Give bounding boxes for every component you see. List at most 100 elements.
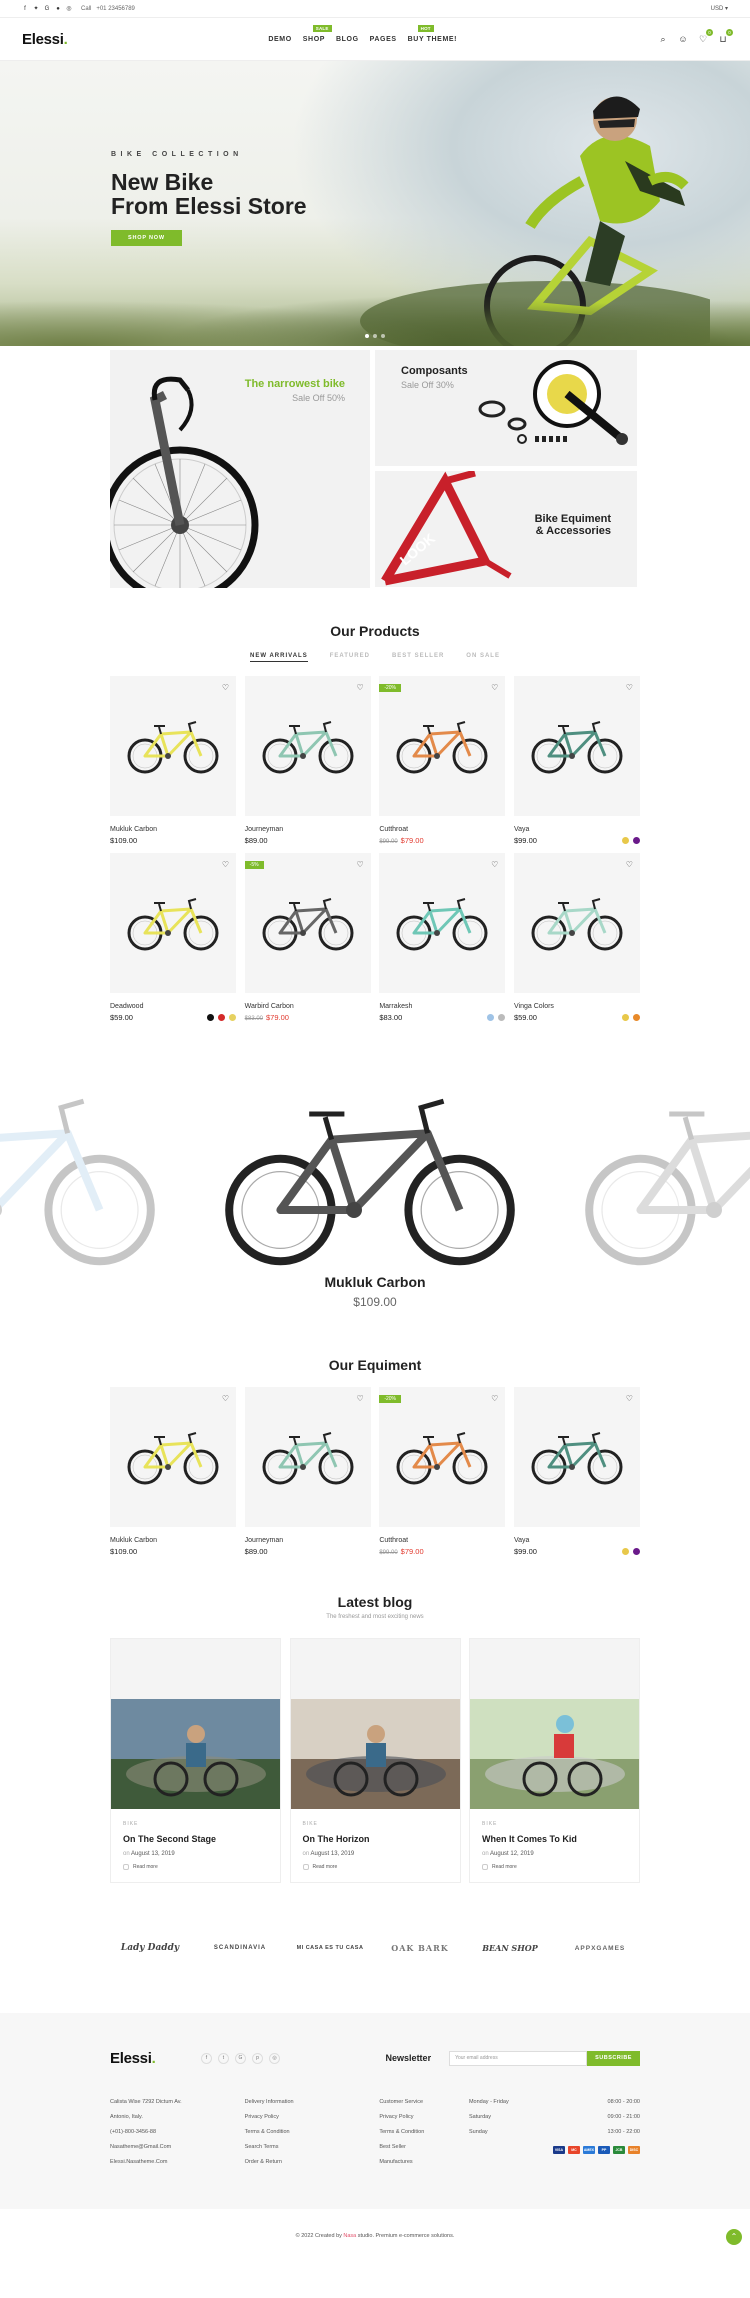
blog-card[interactable]: BIKE When It Comes To Kid on August 12, 20… bbox=[469, 1638, 640, 1883]
nav-item-shop[interactable]: SHOP SALE bbox=[303, 24, 332, 43]
read-more-link[interactable]: Read more bbox=[123, 1864, 268, 1870]
banner-composants[interactable]: Composants Sale Off 30% bbox=[375, 350, 637, 466]
color-swatch[interactable] bbox=[498, 1014, 506, 1021]
read-more-link[interactable]: Read more bbox=[482, 1864, 627, 1870]
product-card[interactable]: ♡ Marrakesh $83.00 bbox=[379, 853, 506, 1022]
shop-now-button[interactable]: SHOP NOW bbox=[111, 230, 182, 246]
product-name[interactable]: Vaya bbox=[514, 1537, 640, 1544]
pinterest-icon[interactable]: p bbox=[252, 2052, 263, 2064]
heart-icon[interactable]: ♡ bbox=[356, 683, 363, 692]
product-name[interactable]: Cutthroat bbox=[379, 826, 505, 833]
heart-icon[interactable]: ♡ bbox=[626, 1394, 633, 1403]
footer-link[interactable]: Privacy Policy bbox=[379, 2110, 468, 2125]
product-name[interactable]: Marrakesh bbox=[379, 1003, 505, 1010]
product-name[interactable]: Journeyman bbox=[245, 826, 371, 833]
wishlist-icon[interactable]: ♡ 0 bbox=[698, 29, 713, 44]
heart-icon[interactable]: ♡ bbox=[491, 683, 498, 692]
product-card[interactable]: ♡ Journeyman $89.00 bbox=[244, 1387, 371, 1556]
newsletter-email-input[interactable]: Your email address bbox=[449, 2050, 588, 2066]
tab-on-sale[interactable]: ON SALE bbox=[466, 653, 500, 662]
brand-logo[interactable]: Lady Daddy bbox=[110, 1943, 190, 1953]
footer-link[interactable]: Terms & Condition bbox=[245, 2125, 379, 2140]
blog-card[interactable]: BIKE On The Horizon on August 13, 2019 Read… bbox=[289, 1638, 461, 1883]
product-image[interactable]: ♡ bbox=[244, 676, 371, 816]
instagram-icon[interactable]: ◎ bbox=[66, 6, 72, 12]
product-card[interactable]: ♡ Mukluk Carbon $109.00 bbox=[110, 676, 236, 845]
blog-post-title[interactable]: On The Second Stage bbox=[123, 1834, 268, 1844]
product-image[interactable]: ♡ bbox=[513, 676, 640, 816]
blog-image[interactable] bbox=[290, 1639, 460, 1809]
color-swatch[interactable] bbox=[207, 1014, 214, 1021]
product-card[interactable]: ♡ -20% Cutthroat $99.00 $79.00 bbox=[379, 676, 506, 845]
color-swatch[interactable] bbox=[632, 837, 640, 844]
blog-category[interactable]: BIKE bbox=[482, 1821, 627, 1827]
product-card[interactable]: ♡ Vaya $99.00 bbox=[513, 676, 640, 845]
color-swatch[interactable] bbox=[632, 1014, 640, 1021]
product-image[interactable]: ♡ bbox=[379, 853, 506, 993]
product-card[interactable]: ♡ Vinga Colors $59.00 bbox=[513, 853, 640, 1022]
product-name[interactable]: Warbird Carbon bbox=[245, 1003, 371, 1010]
account-icon[interactable]: ☺ bbox=[678, 34, 688, 44]
heart-icon[interactable]: ♡ bbox=[356, 1394, 363, 1403]
footer-link[interactable]: Manufactures bbox=[379, 2155, 468, 2170]
instagram-icon[interactable]: ◎ bbox=[269, 2052, 280, 2064]
banner-narrowest-bike[interactable]: The narrowest bike Sale Off 50% bbox=[110, 350, 370, 588]
tab-best-seller[interactable]: BEST SELLER bbox=[392, 653, 444, 662]
footer-link[interactable]: Privacy Policy bbox=[245, 2110, 379, 2125]
product-card[interactable]: ♡ -20% Cutthroat $99.00 $79.00 bbox=[379, 1387, 506, 1556]
brand-logo[interactable]: SCANDINAVIA bbox=[200, 1945, 280, 1951]
nav-item-blog[interactable]: BLOG bbox=[336, 36, 359, 43]
heart-icon[interactable]: ♡ bbox=[626, 683, 633, 692]
product-name[interactable]: Cutthroat bbox=[379, 1537, 505, 1544]
product-name[interactable]: Journeyman bbox=[245, 1537, 371, 1544]
read-more-link[interactable]: Read more bbox=[302, 1864, 448, 1870]
product-image[interactable]: ♡ bbox=[110, 853, 236, 993]
blog-image[interactable] bbox=[470, 1639, 639, 1809]
twitter-icon[interactable]: t bbox=[218, 2052, 229, 2064]
product-image[interactable]: ♡ bbox=[110, 1387, 236, 1527]
brand-logo[interactable]: OAK BARK bbox=[380, 1943, 460, 1953]
footer-link[interactable]: Customer Service bbox=[379, 2095, 468, 2110]
nav-item-buy-theme[interactable]: BUY THEME! HOT bbox=[408, 24, 457, 43]
featured-product-name[interactable]: Mukluk Carbon bbox=[0, 1274, 750, 1290]
heart-icon[interactable]: ♡ bbox=[491, 860, 498, 869]
product-card[interactable]: ♡ Mukluk Carbon $109.00 bbox=[110, 1387, 236, 1556]
facebook-icon[interactable]: f bbox=[201, 2052, 212, 2064]
twitter-icon[interactable]: ✦ bbox=[33, 6, 39, 12]
tab-featured[interactable]: FEATURED bbox=[330, 653, 370, 662]
product-card[interactable]: ♡ Journeyman $89.00 bbox=[244, 676, 371, 845]
slider-dot[interactable] bbox=[365, 334, 369, 338]
color-swatch[interactable] bbox=[218, 1014, 225, 1021]
color-swatch[interactable] bbox=[487, 1014, 495, 1021]
facebook-icon[interactable]: f bbox=[22, 6, 28, 12]
product-name[interactable]: Vaya bbox=[514, 826, 640, 833]
google-plus-icon[interactable]: G bbox=[235, 2052, 246, 2064]
banner-bike-equipment[interactable]: LOOK Bike Equiment & Accessories bbox=[375, 471, 637, 587]
product-card[interactable]: ♡ Vaya $99.00 bbox=[513, 1387, 640, 1556]
blog-category[interactable]: BIKE bbox=[123, 1821, 268, 1827]
brand-logo[interactable]: MI CASA ES TU CASA bbox=[290, 1945, 370, 1951]
heart-icon[interactable]: ♡ bbox=[626, 860, 633, 869]
product-image[interactable]: ♡ -20% bbox=[379, 1387, 506, 1527]
heart-icon[interactable]: ♡ bbox=[222, 683, 229, 692]
product-name[interactable]: Mukluk Carbon bbox=[110, 1537, 236, 1544]
product-card[interactable]: ♡ Deadwood $59.00 bbox=[110, 853, 236, 1022]
heart-icon[interactable]: ♡ bbox=[491, 1394, 498, 1403]
footer-link[interactable]: Search Terms bbox=[245, 2140, 379, 2155]
product-image[interactable]: ♡ -5% bbox=[244, 853, 371, 993]
color-swatch[interactable] bbox=[621, 1548, 629, 1555]
logo[interactable]: Elessi. bbox=[22, 31, 68, 48]
subscribe-button[interactable]: SUBSCRIBE bbox=[587, 2050, 640, 2066]
color-swatch[interactable] bbox=[632, 1548, 640, 1555]
brand-logo[interactable]: APPXGAMES bbox=[560, 1945, 640, 1952]
product-name[interactable]: Deadwood bbox=[110, 1003, 236, 1010]
blog-post-title[interactable]: When It Comes To Kid bbox=[482, 1834, 627, 1844]
footer-link[interactable]: Delivery Information bbox=[245, 2095, 379, 2110]
product-card[interactable]: ♡ -5% Warbird Carbon $83.00 $79.00 bbox=[244, 853, 371, 1022]
google-plus-icon[interactable]: G bbox=[44, 6, 50, 12]
color-swatch[interactable] bbox=[621, 837, 629, 844]
currency-select[interactable]: USD ▾ bbox=[711, 5, 728, 12]
product-name[interactable]: Vinga Colors bbox=[514, 1003, 640, 1010]
brand-logo[interactable]: BEAN SHOP bbox=[470, 1943, 550, 1953]
blog-post-title[interactable]: On The Horizon bbox=[303, 1834, 448, 1844]
